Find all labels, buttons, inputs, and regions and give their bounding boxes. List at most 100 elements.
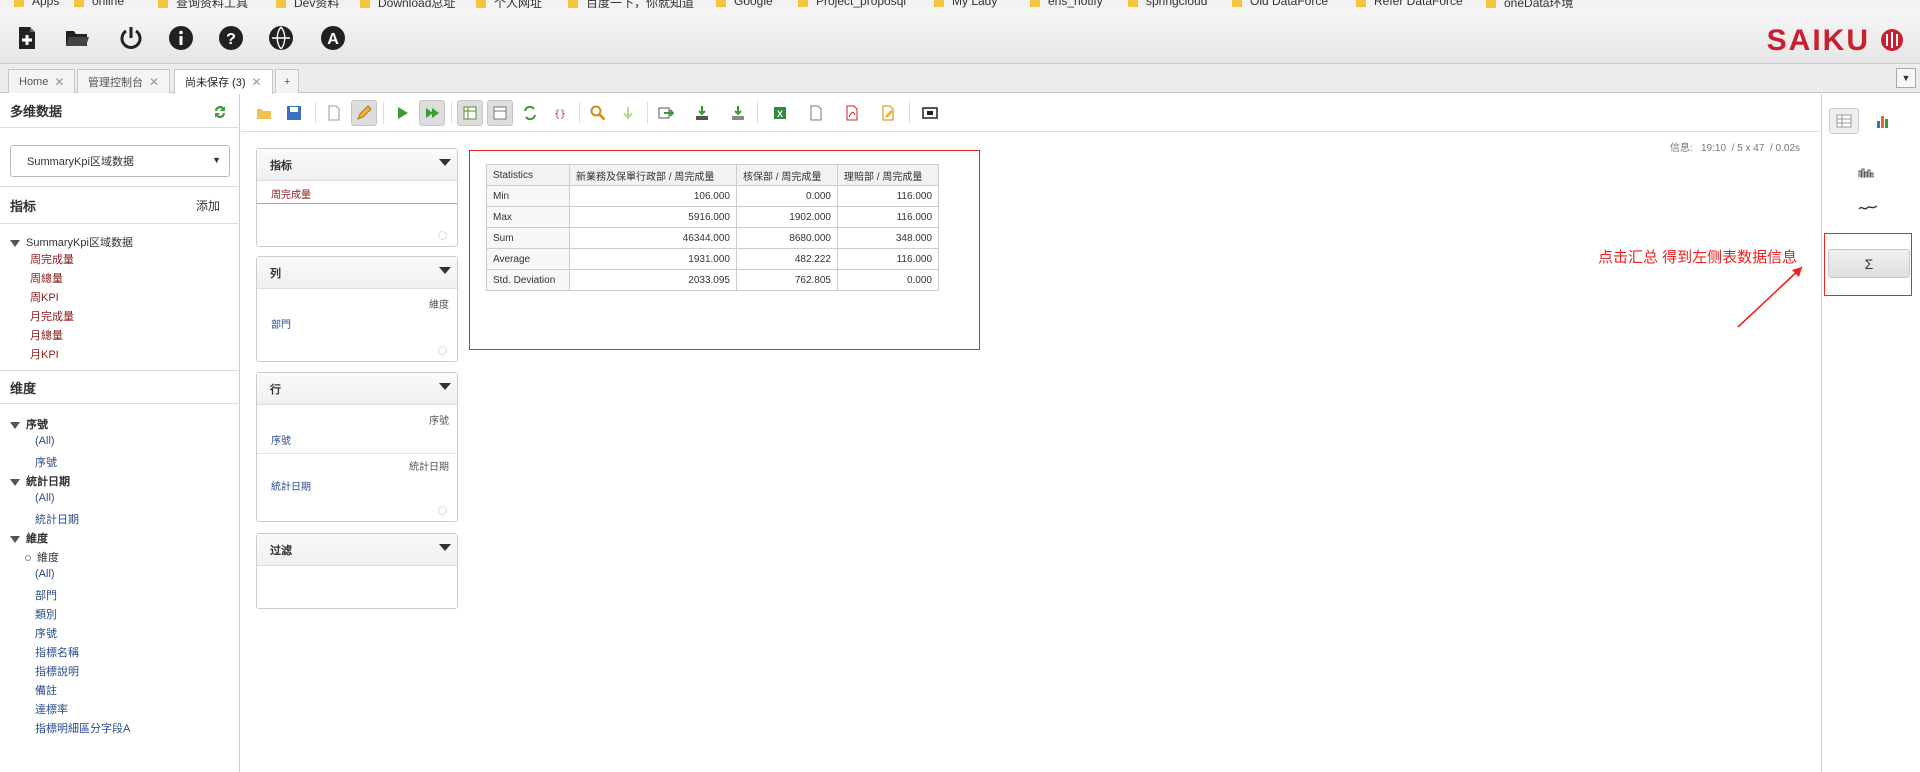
- measure-chip[interactable]: 周完成量: [271, 186, 311, 201]
- level-item[interactable]: 部門: [35, 587, 57, 603]
- swap-axes-icon[interactable]: [517, 100, 543, 126]
- table-view-icon[interactable]: [1829, 108, 1859, 134]
- measure-group[interactable]: SummaryKpi区域数据: [10, 234, 133, 250]
- bookmark[interactable]: 查询资料工具: [158, 0, 248, 8]
- drill-across-icon[interactable]: [653, 100, 679, 126]
- export-all-icon[interactable]: [725, 100, 751, 126]
- tab-add-button[interactable]: +: [275, 69, 300, 93]
- bookmark[interactable]: Apps: [14, 0, 59, 8]
- chart-view-icon[interactable]: [1868, 108, 1898, 134]
- auto-run-icon[interactable]: [419, 100, 445, 126]
- level-item[interactable]: 指標名稱: [35, 644, 79, 660]
- measure-item[interactable]: 月總量: [30, 327, 63, 343]
- bookmark[interactable]: Download总址: [360, 0, 455, 8]
- cube-select-value: SummaryKpi区域数据: [27, 156, 134, 168]
- filter-zone-header: 过滤: [257, 534, 457, 566]
- chevron-down-icon[interactable]: [439, 159, 451, 166]
- chevron-down-icon[interactable]: [439, 383, 451, 390]
- hierarchy-chip[interactable]: 統計日期: [409, 458, 449, 473]
- chevron-down-icon[interactable]: [439, 267, 451, 274]
- close-icon[interactable]: ✕: [252, 75, 262, 89]
- cube-select[interactable]: SummaryKpi区域数据 ▼: [10, 145, 230, 177]
- admin-icon[interactable]: A: [320, 25, 346, 51]
- language-icon[interactable]: [268, 25, 294, 51]
- zoom-icon[interactable]: [585, 100, 611, 126]
- hierarchy-chip[interactable]: 維度: [429, 296, 449, 311]
- bookmark[interactable]: Dev资料: [276, 0, 339, 8]
- summary-stats-button[interactable]: Σ: [1828, 249, 1910, 278]
- stacked-chart-icon[interactable]: [1856, 162, 1880, 182]
- export-excel-icon[interactable]: X: [767, 100, 793, 126]
- line-chart-icon[interactable]: [1856, 198, 1880, 218]
- dimension-item[interactable]: 統計日期: [10, 473, 70, 489]
- level-item[interactable]: 指標明細區分字段A: [35, 720, 130, 736]
- fullscreen-icon[interactable]: [917, 100, 943, 126]
- non-empty-icon[interactable]: [457, 100, 483, 126]
- help-icon[interactable]: ?: [218, 25, 244, 51]
- edit-report-icon[interactable]: [875, 100, 901, 126]
- open-folder-icon[interactable]: [64, 25, 90, 51]
- tab-list-dropdown[interactable]: ▼: [1896, 68, 1916, 88]
- save-icon[interactable]: [281, 100, 307, 126]
- level-item[interactable]: 備註: [35, 682, 57, 698]
- edit-icon[interactable]: [351, 100, 377, 126]
- level-item[interactable]: 序號: [35, 454, 57, 470]
- hierarchy-item[interactable]: 維度: [25, 549, 59, 565]
- run-query-icon[interactable]: [389, 100, 415, 126]
- close-icon[interactable]: ✕: [149, 75, 159, 89]
- measures-dropzone[interactable]: 指标 周完成量: [256, 148, 458, 247]
- hierarchy-chip[interactable]: 序號: [429, 412, 449, 427]
- bookmark[interactable]: 百度一下，你就知道: [568, 0, 694, 8]
- hide-parents-icon[interactable]: [487, 100, 513, 126]
- level-item[interactable]: (All): [35, 568, 55, 580]
- export-pdf-icon[interactable]: [839, 100, 865, 126]
- level-chip[interactable]: 統計日期: [271, 478, 311, 493]
- bookmark[interactable]: My Lady: [934, 0, 997, 8]
- bookmark[interactable]: Old DataForce: [1232, 0, 1328, 8]
- export-icon[interactable]: [689, 100, 715, 126]
- measure-item[interactable]: 月KPI: [30, 346, 59, 362]
- bookmark[interactable]: Project_proposql: [798, 0, 906, 8]
- new-document-icon[interactable]: [321, 100, 347, 126]
- level-chip[interactable]: 部門: [271, 316, 291, 331]
- mdx-icon[interactable]: {}: [547, 100, 573, 126]
- dimension-item[interactable]: 維度: [10, 530, 48, 546]
- measure-item[interactable]: 周總量: [30, 270, 63, 286]
- level-item[interactable]: 指標說明: [35, 663, 79, 679]
- export-csv-icon[interactable]: [803, 100, 829, 126]
- info-icon[interactable]: [168, 25, 194, 51]
- bookmark[interactable]: springcloud: [1128, 0, 1207, 8]
- chevron-down-icon[interactable]: [439, 544, 451, 551]
- bookmark[interactable]: Google: [716, 0, 773, 8]
- open-query-icon[interactable]: [251, 100, 277, 126]
- level-item[interactable]: (All): [35, 492, 55, 504]
- close-icon[interactable]: ✕: [54, 75, 64, 89]
- tab-home[interactable]: Home ✕: [8, 69, 76, 93]
- filter-dropzone[interactable]: 过滤: [256, 533, 458, 609]
- measure-item[interactable]: 周完成量: [30, 251, 74, 267]
- level-item[interactable]: 達標率: [35, 701, 68, 717]
- level-item[interactable]: 統計日期: [35, 511, 79, 527]
- level-chip[interactable]: 序號: [271, 432, 291, 447]
- add-measure-button[interactable]: 添加: [196, 197, 220, 214]
- dimension-item[interactable]: 序號: [10, 416, 48, 432]
- power-icon[interactable]: [118, 25, 144, 51]
- new-query-icon[interactable]: [14, 25, 40, 51]
- bookmark[interactable]: oneData环境: [1486, 0, 1573, 8]
- bookmark[interactable]: online: [74, 0, 124, 8]
- bookmark[interactable]: Refer DataForce: [1356, 0, 1463, 8]
- level-item[interactable]: 序號: [35, 625, 57, 641]
- measure-item[interactable]: 月完成量: [30, 308, 74, 324]
- bookmark[interactable]: 个人网址: [476, 0, 542, 8]
- refresh-icon[interactable]: [212, 104, 228, 120]
- tab-admin-console[interactable]: 管理控制台 ✕: [77, 69, 171, 93]
- columns-dropzone[interactable]: 列 維度 部門: [256, 256, 458, 362]
- drillthrough-icon[interactable]: [615, 100, 641, 126]
- bookmark[interactable]: ens_notify: [1030, 0, 1103, 8]
- tab-unsaved-query[interactable]: 尚未保存 (3) ✕: [174, 69, 273, 94]
- svg-text:?: ?: [226, 31, 236, 48]
- rows-dropzone[interactable]: 行 序號 序號 統計日期 統計日期: [256, 372, 458, 522]
- level-item[interactable]: 類別: [35, 606, 57, 622]
- measure-item[interactable]: 周KPI: [30, 289, 59, 305]
- level-item[interactable]: (All): [35, 435, 55, 447]
